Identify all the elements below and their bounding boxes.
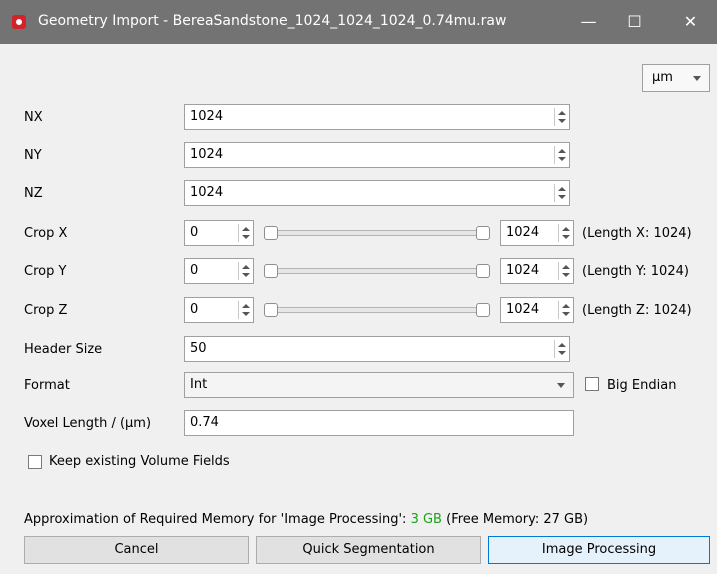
nx-value: 1024 — [190, 109, 224, 124]
header-size-label: Header Size — [24, 342, 103, 357]
crop-x-min-handle[interactable] — [264, 226, 278, 240]
quick-segmentation-button[interactable]: Quick Segmentation — [256, 536, 481, 564]
nz-spinbox[interactable]: 1024 — [184, 180, 570, 206]
memory-free: (Free Memory: 27 GB) — [446, 512, 589, 527]
crop-y-start-spinbox[interactable]: 0 — [184, 258, 254, 284]
unit-select-value: μm — [652, 70, 673, 85]
memory-required: 3 GB — [410, 512, 442, 527]
crop-y-label: Crop Y — [24, 264, 67, 279]
unit-select[interactable]: μm — [642, 64, 710, 92]
header-size-value: 50 — [190, 341, 207, 356]
spin-arrows-icon[interactable] — [554, 340, 567, 358]
crop-x-start-spinbox[interactable]: 0 — [184, 220, 254, 246]
crop-y-end-value: 1024 — [506, 263, 540, 278]
ny-spinbox[interactable]: 1024 — [184, 142, 570, 168]
crop-z-start-value: 0 — [190, 302, 199, 317]
crop-y-length: (Length Y: 1024) — [582, 264, 689, 279]
crop-x-length: (Length X: 1024) — [582, 226, 692, 241]
crop-x-label: Crop X — [24, 226, 68, 241]
crop-z-length: (Length Z: 1024) — [582, 303, 692, 318]
cancel-button[interactable]: Cancel — [24, 536, 249, 564]
crop-y-slider-track[interactable] — [268, 268, 490, 274]
crop-y-end-spinbox[interactable]: 1024 — [500, 258, 574, 284]
format-select[interactable]: Int — [184, 372, 574, 398]
nx-label: NX — [24, 110, 43, 125]
chevron-down-icon — [557, 383, 565, 388]
spin-arrows-icon[interactable] — [238, 224, 251, 242]
crop-z-end-spinbox[interactable]: 1024 — [500, 297, 574, 323]
crop-x-slider-track[interactable] — [268, 230, 490, 236]
crop-z-end-value: 1024 — [506, 302, 540, 317]
maximize-button[interactable]: ☐ — [612, 0, 657, 44]
crop-z-start-spinbox[interactable]: 0 — [184, 297, 254, 323]
format-label: Format — [24, 378, 70, 393]
format-value: Int — [190, 377, 208, 392]
nz-value: 1024 — [190, 185, 224, 200]
close-button[interactable]: ✕ — [668, 0, 713, 44]
crop-x-max-handle[interactable] — [476, 226, 490, 240]
spin-arrows-icon[interactable] — [558, 224, 571, 242]
ny-label: NY — [24, 148, 42, 163]
crop-x-start-value: 0 — [190, 225, 199, 240]
spin-arrows-icon[interactable] — [554, 184, 567, 202]
voxel-length-input[interactable]: 0.74 — [184, 410, 574, 436]
app-icon — [12, 15, 26, 29]
crop-y-max-handle[interactable] — [476, 264, 490, 278]
crop-x-end-value: 1024 — [506, 225, 540, 240]
image-processing-button[interactable]: Image Processing — [488, 536, 710, 564]
big-endian-checkbox[interactable] — [585, 377, 599, 391]
title-bar: Geometry Import - BereaSandstone_1024_10… — [0, 0, 717, 44]
crop-y-start-value: 0 — [190, 263, 199, 278]
keep-fields-label: Keep existing Volume Fields — [49, 454, 230, 469]
crop-y-min-handle[interactable] — [264, 264, 278, 278]
spin-arrows-icon[interactable] — [554, 146, 567, 164]
crop-z-max-handle[interactable] — [476, 303, 490, 317]
memory-prefix: Approximation of Required Memory for 'Im… — [24, 512, 407, 527]
nz-label: NZ — [24, 186, 43, 201]
spin-arrows-icon[interactable] — [238, 301, 251, 319]
chevron-down-icon — [693, 76, 701, 81]
crop-x-end-spinbox[interactable]: 1024 — [500, 220, 574, 246]
crop-z-label: Crop Z — [24, 303, 68, 318]
nx-spinbox[interactable]: 1024 — [184, 104, 570, 130]
big-endian-label: Big Endian — [607, 378, 677, 393]
keep-fields-checkbox[interactable] — [28, 455, 42, 469]
voxel-length-value: 0.74 — [190, 415, 219, 430]
spin-arrows-icon[interactable] — [554, 108, 567, 126]
memory-estimate: Approximation of Required Memory for 'Im… — [24, 512, 588, 527]
spin-arrows-icon[interactable] — [558, 262, 571, 280]
spin-arrows-icon[interactable] — [558, 301, 571, 319]
crop-z-slider-track[interactable] — [268, 307, 490, 313]
ny-value: 1024 — [190, 147, 224, 162]
minimize-button[interactable]: — — [566, 0, 611, 44]
spin-arrows-icon[interactable] — [238, 262, 251, 280]
header-size-spinbox[interactable]: 50 — [184, 336, 570, 362]
crop-z-min-handle[interactable] — [264, 303, 278, 317]
window-title: Geometry Import - BereaSandstone_1024_10… — [38, 13, 507, 29]
voxel-length-label: Voxel Length / (μm) — [24, 416, 152, 431]
